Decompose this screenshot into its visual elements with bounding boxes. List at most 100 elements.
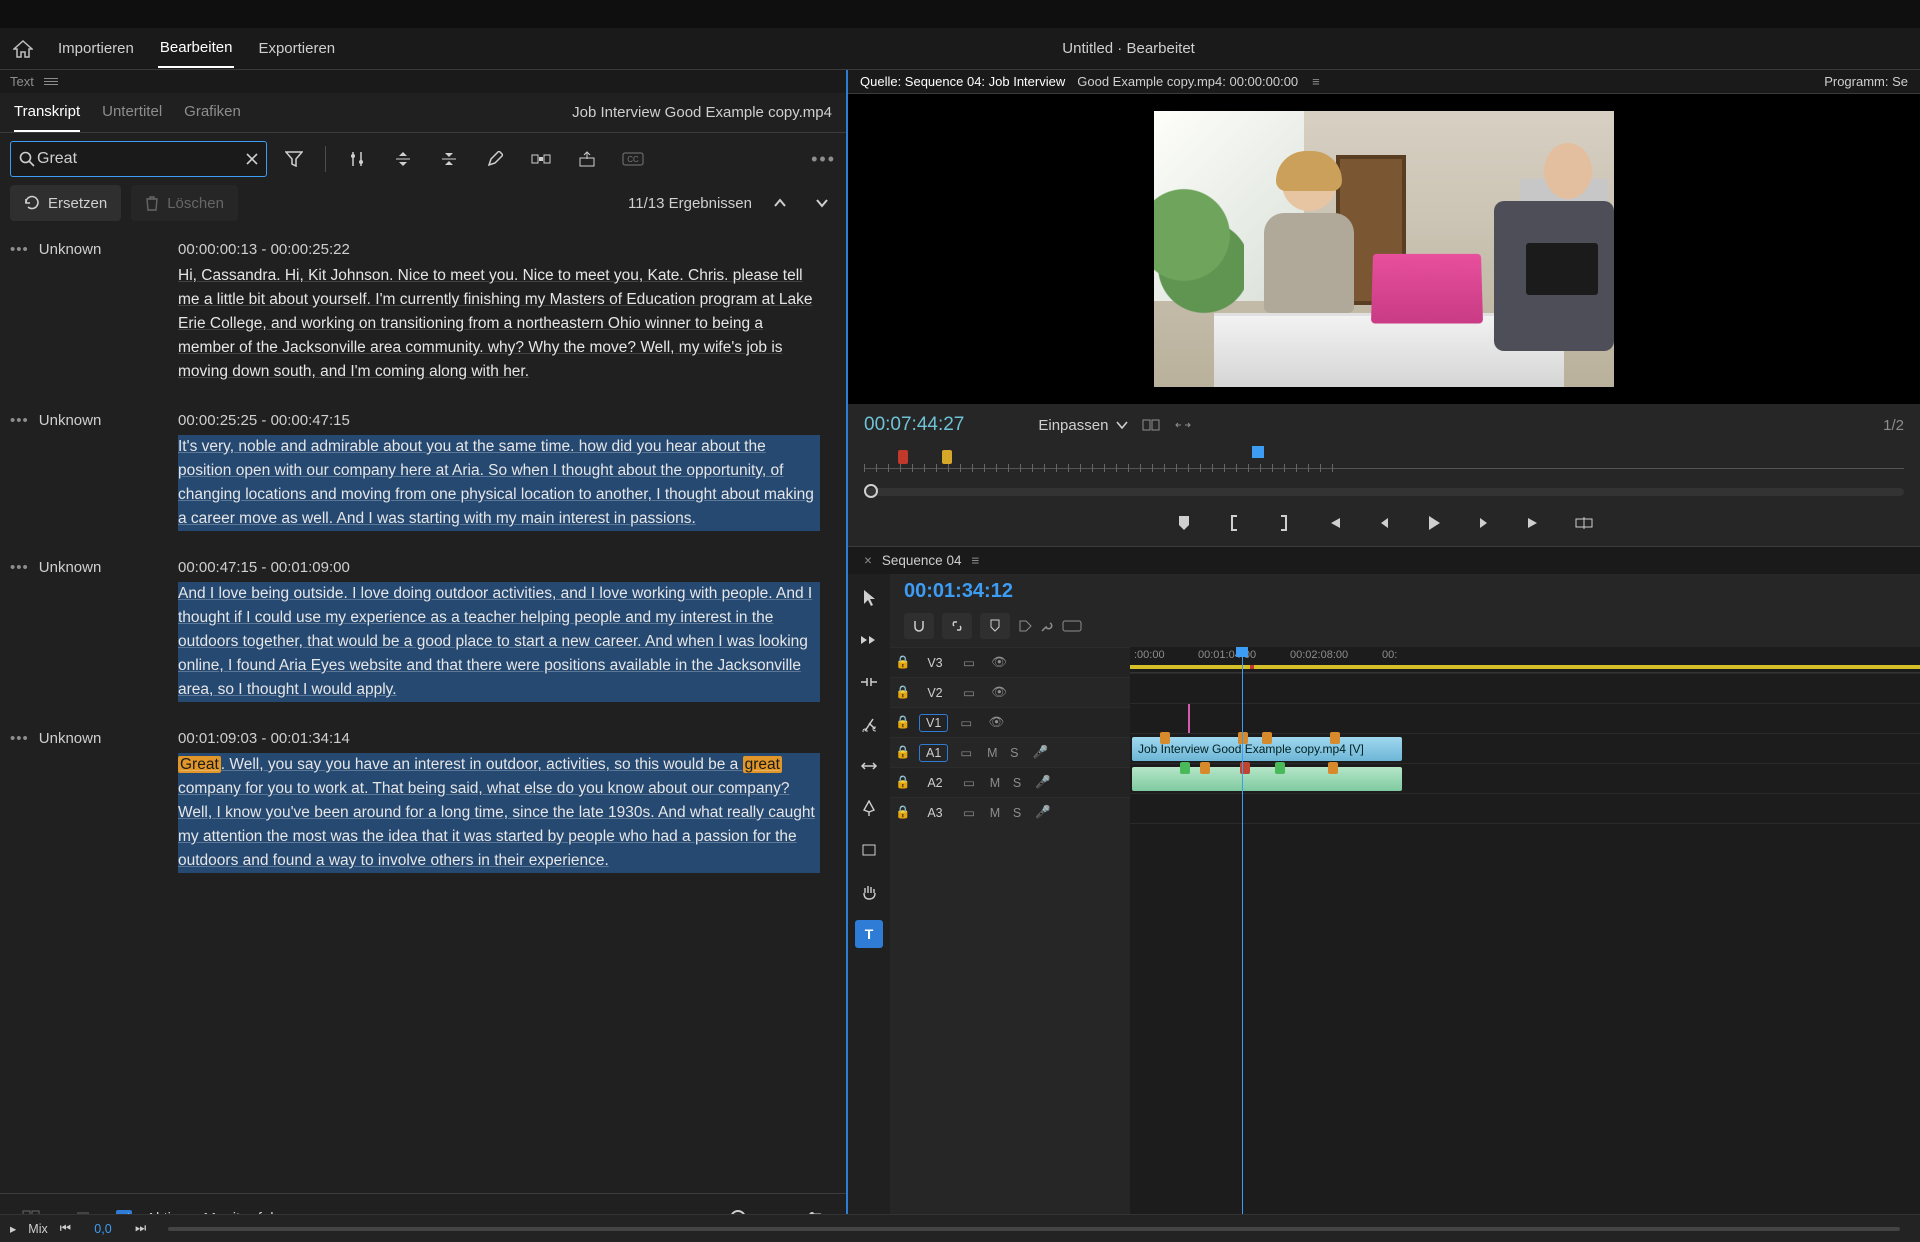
lock-icon[interactable]: 🔒 <box>890 745 916 760</box>
toggle-output-icon[interactable]: ▭ <box>954 805 984 820</box>
playhead[interactable] <box>1252 446 1264 458</box>
segment-text[interactable]: And I love being outside. I love doing o… <box>178 582 820 702</box>
lock-icon[interactable]: 🔒 <box>890 655 916 670</box>
snap-button[interactable] <box>904 613 934 639</box>
tag-icon[interactable] <box>1018 619 1032 633</box>
export-button[interactable] <box>568 141 606 177</box>
expand-icon[interactable]: ▸ <box>10 1221 16 1236</box>
clip-marker-icon[interactable] <box>1330 732 1340 744</box>
segment-text[interactable]: Hi, Cassandra. Hi, Kit Johnson. Nice to … <box>178 264 820 384</box>
prev-result-button[interactable] <box>766 189 794 217</box>
type-tool[interactable]: T <box>855 920 883 948</box>
segment-menu-icon[interactable]: ••• <box>10 730 29 747</box>
track-header-a3[interactable]: 🔒A3▭MS🎤 <box>890 797 1130 827</box>
subtab-subtitles[interactable]: Untertitel <box>102 93 162 132</box>
wrench-icon[interactable] <box>1040 619 1054 633</box>
segment-text[interactable]: Great. Well, you say you have an interes… <box>178 753 820 873</box>
clip-marker-icon[interactable] <box>1200 762 1210 774</box>
timeline-timecode[interactable]: 00:01:34:12 <box>904 580 1013 603</box>
eye-icon[interactable]: 👁 <box>984 655 1014 670</box>
transcript-segment[interactable]: •••Unknown 00:00:00:13 - 00:00:25:22 Hi,… <box>0 231 830 402</box>
slip-tool[interactable] <box>855 752 883 780</box>
pen-tool[interactable] <box>855 794 883 822</box>
mic-icon[interactable]: 🎤 <box>1028 775 1058 790</box>
insert-button[interactable] <box>522 141 560 177</box>
clip-marker-icon[interactable] <box>1238 732 1248 744</box>
timeline-playhead[interactable] <box>1242 647 1243 1242</box>
lane-v2[interactable] <box>1130 703 1920 733</box>
track-header-a2[interactable]: 🔒A2▭MS🎤 <box>890 767 1130 797</box>
mix-value[interactable]: 0,0 <box>83 1222 123 1236</box>
source-menu-icon[interactable]: ≡ <box>1312 74 1320 89</box>
track-header-v3[interactable]: 🔒V3▭👁 <box>890 647 1130 677</box>
track-lanes[interactable]: :00:00 00:01:04:00 00:02:08:00 00: <box>1130 647 1920 1242</box>
search-input[interactable] <box>35 149 246 169</box>
merge-up-button[interactable] <box>384 141 422 177</box>
clip-marker-icon[interactable] <box>1262 732 1272 744</box>
home-button[interactable] <box>0 40 46 58</box>
source-monitor[interactable] <box>848 94 1920 404</box>
linked-sel-button[interactable] <box>942 613 972 639</box>
lock-icon[interactable]: 🔒 <box>890 685 916 700</box>
resolution-ratio[interactable]: 1/2 <box>1883 417 1904 434</box>
subtab-graphics[interactable]: Grafiken <box>184 93 241 132</box>
source-time-ruler[interactable] <box>864 446 1904 480</box>
split-button[interactable] <box>430 141 468 177</box>
solo-button[interactable]: S <box>1003 746 1025 760</box>
subtab-transcript[interactable]: Transkript <box>14 93 80 132</box>
mic-icon[interactable]: 🎤 <box>1028 805 1058 820</box>
clip-marker-icon[interactable] <box>1180 762 1190 774</box>
track-select-tool[interactable] <box>855 626 883 654</box>
toggle-output-icon[interactable]: ▭ <box>954 655 984 670</box>
sequence-name[interactable]: Sequence 04 <box>882 553 962 568</box>
toggle-output-icon[interactable]: ▭ <box>954 775 984 790</box>
segment-text[interactable]: It's very, noble and admirable about you… <box>178 435 820 531</box>
solo-button[interactable]: S <box>1006 776 1028 790</box>
mute-button[interactable]: M <box>984 776 1006 790</box>
mute-button[interactable]: M <box>984 806 1006 820</box>
lane-a1[interactable] <box>1130 763 1920 793</box>
replace-button[interactable]: Ersetzen <box>10 185 121 221</box>
toggle-output-icon[interactable]: ▭ <box>951 715 981 730</box>
toggle-output-icon[interactable]: ▭ <box>951 745 981 760</box>
timeline-ruler[interactable]: :00:00 00:01:04:00 00:02:08:00 00: <box>1130 647 1920 673</box>
tab-edit[interactable]: Bearbeiten <box>158 29 235 68</box>
track-header-v2[interactable]: 🔒V2▭👁 <box>890 677 1130 707</box>
step-fwd-button[interactable] <box>1471 510 1497 536</box>
add-marker-button[interactable] <box>1171 510 1197 536</box>
skip-end-icon[interactable]: ⏭ <box>135 1221 146 1236</box>
toggle-output-icon[interactable]: ▭ <box>954 685 984 700</box>
panel-menu-icon[interactable] <box>44 78 58 85</box>
clip-marker-icon[interactable] <box>1328 762 1338 774</box>
mix-slider[interactable] <box>168 1227 1900 1231</box>
source-timecode[interactable]: 00:07:44:27 <box>864 414 964 436</box>
close-seq-icon[interactable]: × <box>864 553 872 568</box>
eye-icon[interactable]: 👁 <box>981 715 1011 730</box>
go-to-in-button[interactable] <box>1321 510 1347 536</box>
transcript-segment[interactable]: •••Unknown 00:00:25:25 - 00:00:47:15 It'… <box>0 402 830 549</box>
cc-button[interactable]: CC <box>614 141 652 177</box>
edit-pencil-button[interactable] <box>476 141 514 177</box>
hand-tool[interactable] <box>855 878 883 906</box>
lane-v3[interactable] <box>1130 673 1920 703</box>
solo-button[interactable]: S <box>1006 806 1028 820</box>
mark-out-button[interactable] <box>1271 510 1297 536</box>
eye-icon[interactable]: 👁 <box>984 685 1014 700</box>
mark-in-button[interactable] <box>1221 510 1247 536</box>
source-zoom-slider[interactable] <box>864 488 1904 496</box>
search-field[interactable] <box>10 141 267 177</box>
clear-search-icon[interactable] <box>246 153 258 165</box>
segment-menu-icon[interactable]: ••• <box>10 412 29 429</box>
settings-sliders-button[interactable] <box>338 141 376 177</box>
transcript-list[interactable]: •••Unknown 00:00:00:13 - 00:00:25:22 Hi,… <box>0 231 846 1193</box>
rectangle-tool[interactable] <box>855 836 883 864</box>
skip-start-icon[interactable]: ⏮ <box>60 1221 71 1236</box>
lock-icon[interactable]: 🔒 <box>890 805 916 820</box>
marker-icon[interactable] <box>898 450 908 464</box>
segment-menu-icon[interactable]: ••• <box>10 559 29 576</box>
tab-export[interactable]: Exportieren <box>256 30 337 67</box>
clip-marker-icon[interactable] <box>1275 762 1285 774</box>
marker-icon[interactable] <box>942 450 952 464</box>
expand-arrows-icon[interactable] <box>1174 418 1192 432</box>
lane-a2[interactable] <box>1130 793 1920 823</box>
